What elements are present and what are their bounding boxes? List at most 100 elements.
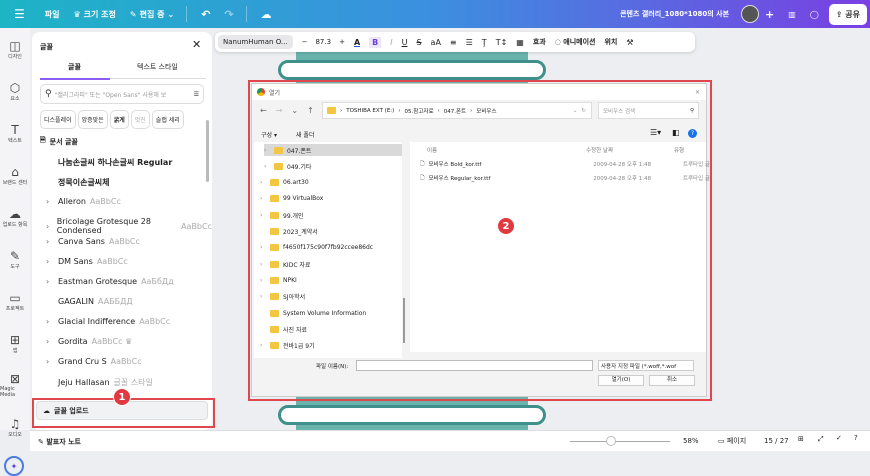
layout-icon: ◫ <box>9 38 21 53</box>
zoom-slider-handle[interactable] <box>606 436 616 446</box>
magic-assistant-button[interactable]: ✦ <box>4 456 24 476</box>
pen-icon: ✎ <box>9 248 21 263</box>
copy-style-icon[interactable]: ⚒ <box>626 38 633 47</box>
bold-icon[interactable]: B <box>369 36 382 48</box>
underline-icon[interactable]: U <box>402 38 408 47</box>
chip-cute[interactable]: 앙증맞은 <box>77 110 108 129</box>
brand-icon: ⌂ <box>11 164 19 179</box>
font-item[interactable]: › Bricolage Grotesque 28 Condensed AaBbCc <box>46 217 212 235</box>
list-icon[interactable]: ☰ <box>466 38 473 47</box>
line-height-icon[interactable]: T↕ <box>496 38 508 47</box>
chevron-right-icon[interactable]: › <box>46 277 54 286</box>
scrollbar[interactable] <box>206 120 209 182</box>
doc-fonts-heading: 🗎 문서 글꼴 <box>40 136 78 146</box>
redo-icon[interactable]: ↷ <box>224 8 233 21</box>
text-color-icon[interactable]: A <box>354 38 360 47</box>
increase-size-icon[interactable]: + <box>339 38 345 46</box>
chevron-right-icon[interactable]: › <box>46 197 54 206</box>
chevron-right-icon[interactable]: › <box>46 237 54 246</box>
chevron-right-icon[interactable]: › <box>46 357 54 366</box>
menu-icon[interactable]: ☰ <box>14 7 25 21</box>
rail-item-design[interactable]: ◫ 디자인 <box>0 28 30 70</box>
tab-fonts[interactable]: 글꼴 <box>68 62 81 72</box>
resize-button[interactable]: ♛ 크기 조정 <box>74 9 116 20</box>
font-item[interactable]: 나눔손글씨 하나손글씨 Regular <box>46 157 176 168</box>
document-title[interactable]: 콘텐츠 갤러리_1080*1080의 사본 <box>620 9 729 19</box>
font-item[interactable]: › Grand Cru S AaBbCc <box>46 357 142 366</box>
chip-bold[interactable]: 굵게 <box>109 110 129 129</box>
letter-spacing-icon[interactable]: Ţ <box>482 38 487 47</box>
presenter-notes-button[interactable]: ✎ 발표자 노트 <box>38 437 81 447</box>
transparency-icon[interactable]: ▦ <box>516 38 524 47</box>
music-icon: ♫ <box>9 416 21 431</box>
zoom-slider[interactable] <box>570 441 670 442</box>
font-item[interactable]: GAGALIN AAББДД <box>46 297 133 306</box>
font-search-input[interactable]: ⚲ "캘리그라피" 또는 "Open Sans" 사용해 보 ☰ <box>40 84 204 104</box>
font-item[interactable]: › Glacial Indifference AaBbCc <box>46 317 170 326</box>
add-collaborator-icon[interactable]: + <box>765 8 774 21</box>
step-badge-2: 2 <box>497 217 515 235</box>
file-menu[interactable]: 파일 <box>45 9 60 20</box>
share-button[interactable]: ⇪ 공유 <box>828 3 867 25</box>
close-icon[interactable]: ✕ <box>192 38 201 51</box>
search-icon: ⚲ <box>45 89 52 99</box>
tab-text-styles[interactable]: 텍스트 스타일 <box>137 62 178 72</box>
pages-icon: ▭ <box>718 437 727 445</box>
rail-item-text[interactable]: T 텍스트 <box>0 112 30 154</box>
undo-icon[interactable]: ↶ <box>201 8 210 21</box>
font-size-stepper[interactable]: −87.3 + <box>302 38 345 46</box>
magic-icon: ⊠ <box>9 372 21 386</box>
pencil-icon: ✎ <box>129 9 137 19</box>
highlight-dialog <box>248 80 712 401</box>
panel-title: 글꼴 <box>40 43 53 51</box>
font-item[interactable]: › DM Sans AaBbCc <box>46 257 128 266</box>
font-item[interactable]: › Eastman Grotesque AaБбДд <box>46 277 174 286</box>
strikethrough-icon[interactable]: S <box>416 38 421 47</box>
position-button[interactable]: 위치 <box>604 37 617 47</box>
rail-item-apps[interactable]: ⊞ 앱 <box>0 322 30 364</box>
avatar[interactable] <box>741 5 760 23</box>
page-element <box>278 405 546 425</box>
animate-button[interactable]: ◌ 애니메이션 <box>555 37 596 47</box>
font-item[interactable]: › Gordita AaBbCc ♛ <box>46 337 132 346</box>
chevron-right-icon[interactable]: › <box>46 317 54 326</box>
filter-icon[interactable]: ☰ <box>194 91 199 98</box>
shapes-icon: ⬡ <box>9 80 21 95</box>
decrease-size-icon[interactable]: − <box>302 38 308 46</box>
rail-item-audio[interactable]: ♫ 오디오 <box>0 406 30 448</box>
letter-case-icon[interactable]: aA <box>431 38 441 47</box>
font-item[interactable]: › Alleron AaBbCc <box>46 197 121 206</box>
rail-item-uploads[interactable]: ☁ 업로드 항목 <box>0 196 30 238</box>
italic-icon[interactable]: I <box>390 38 392 47</box>
chevron-right-icon[interactable]: › <box>46 337 54 346</box>
chip-display[interactable]: 디스플레이 <box>40 110 76 129</box>
chevron-right-icon[interactable]: › <box>46 257 54 266</box>
rail-item-elements[interactable]: ⬡ 요소 <box>0 70 30 112</box>
share-icon: ⇪ <box>835 9 846 19</box>
step-badge-1: 1 <box>113 388 131 406</box>
chevron-right-icon[interactable]: › <box>46 222 53 231</box>
check-icon[interactable]: ✓ <box>836 434 842 442</box>
rail-item-brand[interactable]: ⌂ 브랜드 센터 <box>0 154 30 196</box>
analytics-icon[interactable]: ▥ <box>788 10 796 19</box>
zoom-level[interactable]: 58% <box>683 437 699 445</box>
grid-view-icon[interactable]: ⊞ <box>798 435 804 443</box>
fullscreen-icon[interactable]: ⤢ <box>818 435 824 444</box>
font-item[interactable]: Jeju Hallasan 글꼴 스타일 <box>46 377 153 388</box>
font-item[interactable]: › Canva Sans AaBbCc <box>46 237 140 246</box>
comment-icon[interactable]: ◯ <box>810 10 819 19</box>
align-icon[interactable]: ≡ <box>450 38 457 47</box>
font-item[interactable]: 정묵이손글씨체 <box>46 177 114 188</box>
folder-icon: ▭ <box>9 290 21 305</box>
edit-mode-button[interactable]: ✎ 편집 중 ⌄ <box>130 9 174 20</box>
chip-fancy[interactable]: 멋진 <box>130 110 150 129</box>
rail-item-magic-media[interactable]: ⊠ Magic Media <box>0 364 30 406</box>
help-icon[interactable]: ? <box>854 434 858 442</box>
rail-item-projects[interactable]: ▭ 프로젝트 <box>0 280 30 322</box>
rail-item-tools[interactable]: ✎ 도구 <box>0 238 30 280</box>
font-family-select[interactable]: NanumHuman O... <box>218 35 293 49</box>
chip-slab-serif[interactable]: 슬랩 세리 <box>151 110 184 129</box>
effects-button[interactable]: 효과 <box>533 37 546 47</box>
cloud-sync-icon[interactable]: ☁ <box>261 8 272 21</box>
pages-button[interactable]: ▭ 페이지 <box>718 436 746 446</box>
